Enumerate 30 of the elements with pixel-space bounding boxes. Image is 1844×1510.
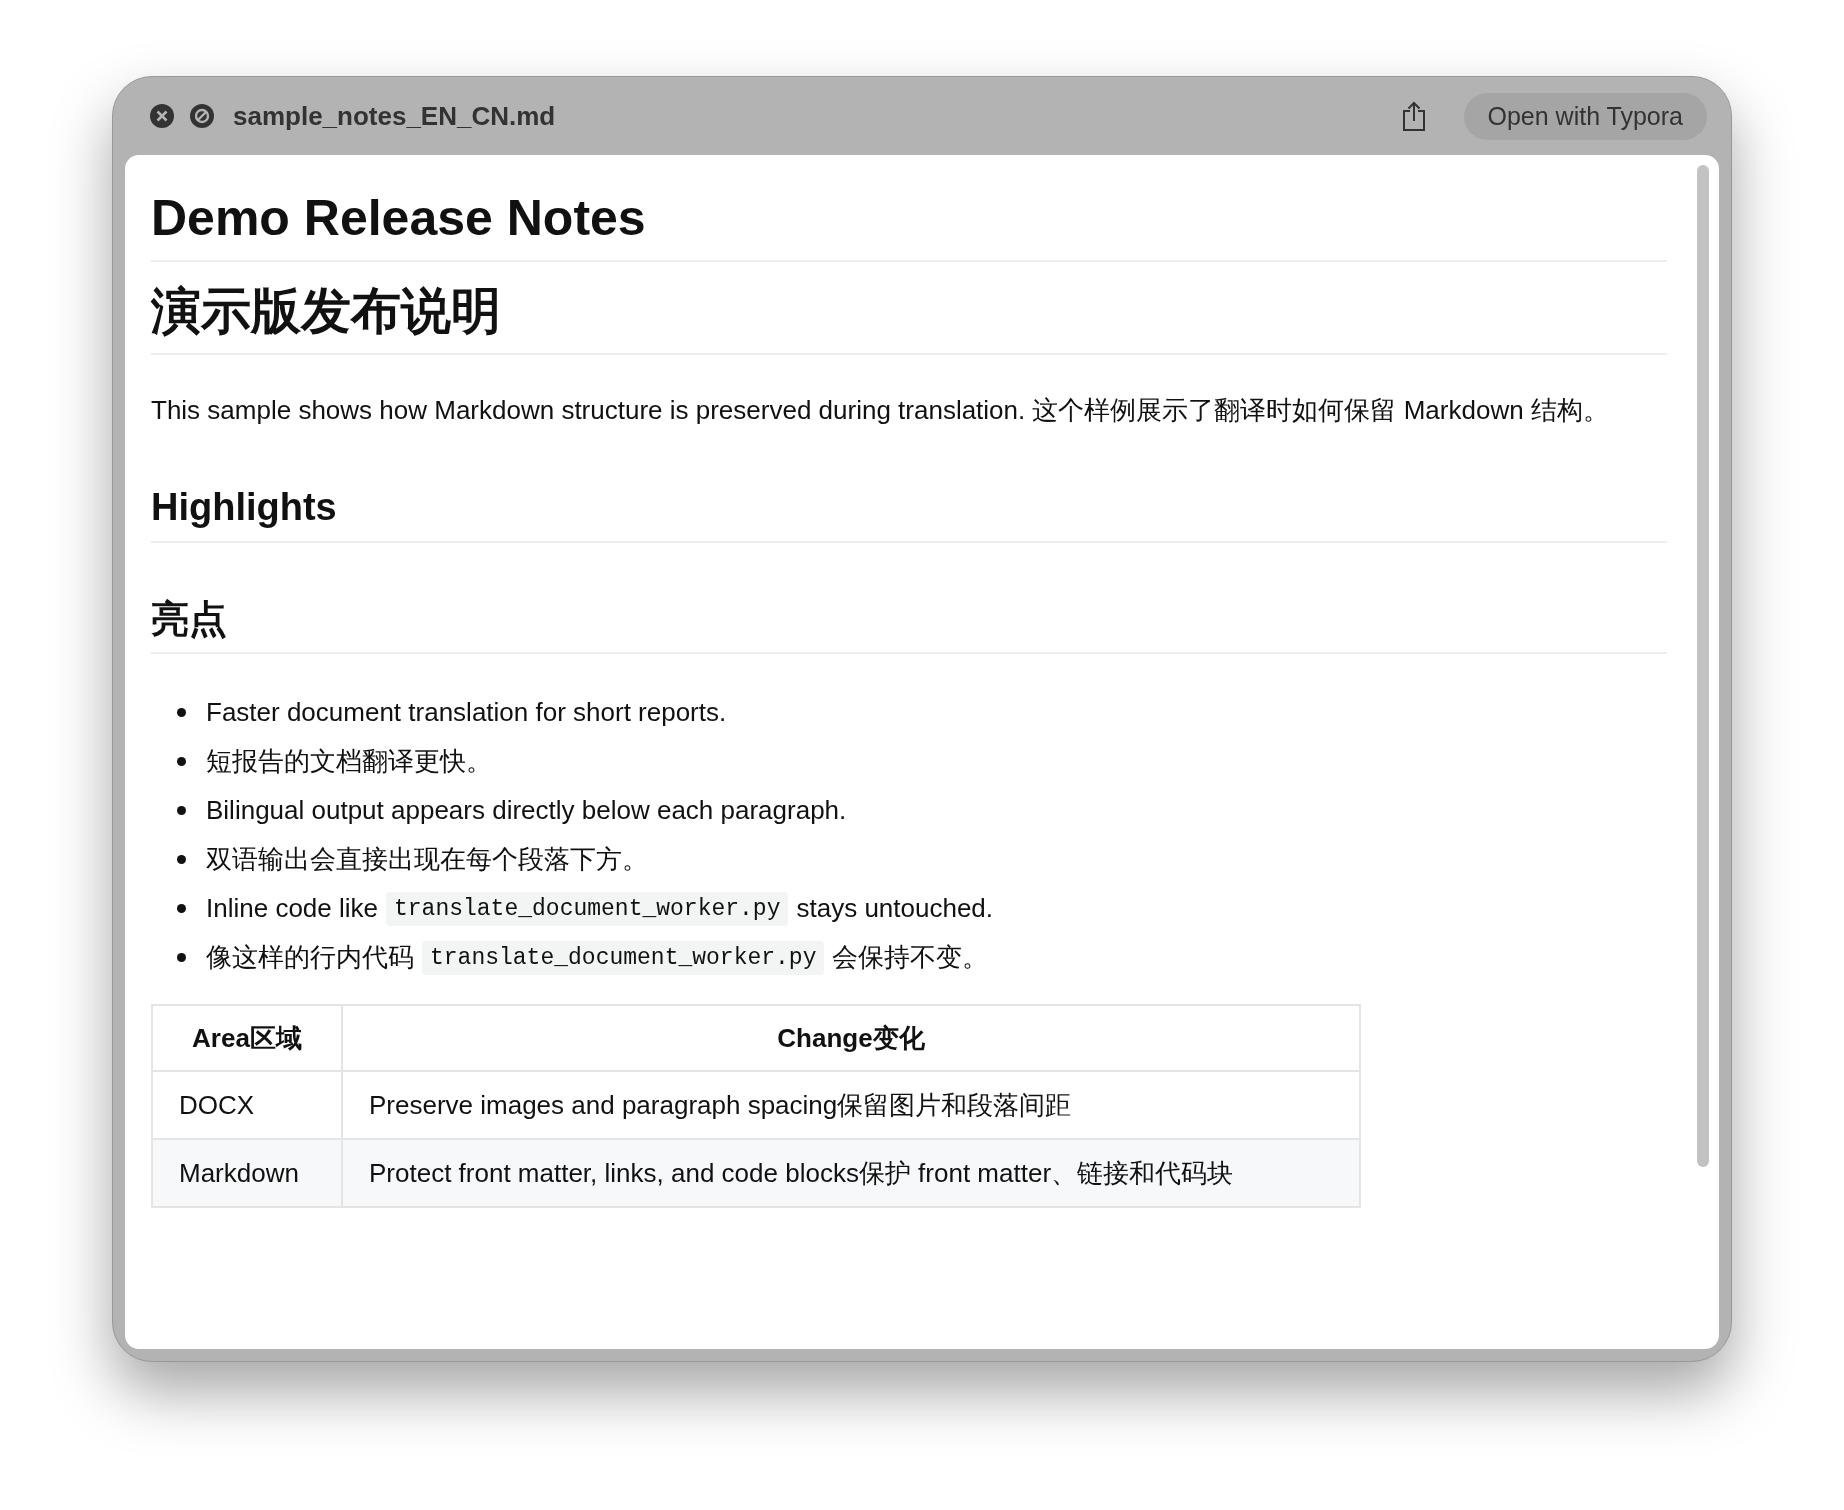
bullet-icon [177,953,186,963]
list-text: Bilingual output appears directly below each paragraph. [206,795,847,827]
bullet-icon [177,757,186,767]
heading: Demo Release Notes [151,191,646,246]
list-text: 像这样的行内代码 [206,941,414,975]
open-with-button[interactable]: Open with Typora [1463,92,1707,140]
list-text: stays untouched. [796,893,994,925]
table-cell: Protect front matter, links, and code blocks保护 front matter、链接和代码块 [342,1139,1360,1208]
list-text: Faster document translation for short reports. [206,697,727,729]
subheading: Highlights [151,485,337,530]
bullet-icon [177,708,186,718]
subheading: 亮点 [151,596,227,642]
block-icon[interactable] [189,103,215,129]
list-text: 短报告的文档翻译更快。 [206,745,492,779]
bullet-icon [177,904,186,914]
bullet-icon [177,806,186,816]
list-text: Inline code like [206,893,378,925]
inline-code: translate_document_worker.py [422,940,825,975]
list-text: 双语输出会直接出现在每个段落下方。 [206,843,648,877]
list-text: 会保持不变。 [832,941,989,975]
heading: 演示版发布说明 [151,284,501,339]
scrollbar-thumb[interactable] [1697,165,1709,1167]
column-header: Area区域 [152,1005,342,1072]
bullet-icon [177,855,186,865]
paragraph: This sample shows how Markdown structure is preserved during translation. 这个样例展示了翻译时如何保留 Markdown 结构。 [151,394,1610,427]
table-cell: Markdown [152,1139,342,1208]
inline-code: translate_document_worker.py [386,891,789,926]
close-icon[interactable] [149,103,175,129]
column-header: Change变化 [342,1005,1360,1072]
window-title: sample_notes_EN_CN.md [233,100,557,132]
